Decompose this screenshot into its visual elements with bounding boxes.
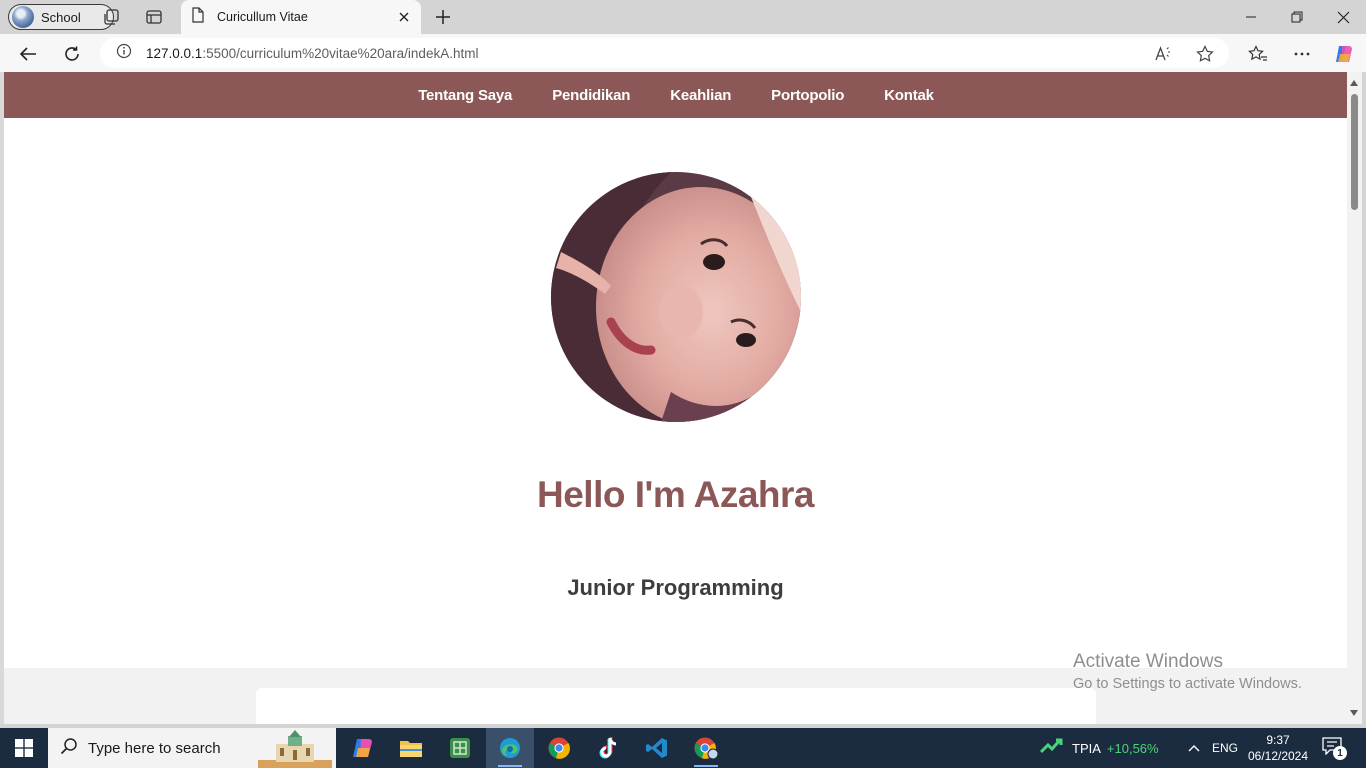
scroll-up-arrow-icon[interactable]: [1350, 80, 1358, 86]
stock-change: +10,56%: [1106, 740, 1159, 756]
copilot-icon[interactable]: [1330, 40, 1358, 68]
hero-title: Hello I'm Azahra: [537, 474, 815, 515]
activate-windows-watermark: Activate Windows Go to Settings to activ…: [1073, 651, 1302, 692]
browser-toolbar: 127.0.0.1:5500/curriculum%20vitae%20ara/…: [0, 34, 1366, 72]
close-window-icon[interactable]: [1320, 0, 1366, 34]
chrome-profile-icon[interactable]: [682, 728, 730, 768]
windows-taskbar: Type here to search TPIA +10,56% ENG 9:3…: [0, 728, 1366, 768]
spreadsheet-app-icon[interactable]: [436, 728, 484, 768]
hero-subtitle: Junior Programming: [567, 575, 784, 600]
profile-button[interactable]: School: [8, 4, 114, 30]
page-viewport: Tentang Saya Pendidikan Keahlian Portopo…: [4, 72, 1347, 724]
favorites-icon[interactable]: [1244, 40, 1272, 68]
chrome-icon[interactable]: [535, 728, 583, 768]
tab-curriculum-vitae[interactable]: Curicullum Vitae: [181, 0, 421, 34]
window-border: [1362, 72, 1366, 728]
browser-tab-strip: School Curicullum Vitae: [0, 0, 1366, 34]
file-explorer-icon[interactable]: [387, 728, 435, 768]
search-highlight-illustration: [258, 730, 332, 768]
nav-link-portopolio[interactable]: Portopolio: [771, 87, 844, 104]
close-tab-icon[interactable]: [391, 4, 417, 30]
stock-name: TPIA: [1072, 740, 1101, 756]
profile-avatar: [12, 6, 34, 28]
tab-title: Curicullum Vitae: [217, 10, 308, 24]
refresh-icon[interactable]: [58, 40, 86, 68]
vscode-icon[interactable]: [633, 728, 681, 768]
taskbar-search[interactable]: Type here to search: [48, 728, 336, 768]
profile-photo: [551, 172, 801, 422]
copilot-app-icon[interactable]: [339, 728, 387, 768]
new-tab-icon[interactable]: [431, 5, 455, 29]
nav-link-keahlian[interactable]: Keahlian: [670, 87, 731, 104]
url-path: :5500/curriculum%20vitae%20ara/indekA.ht…: [202, 45, 479, 61]
watermark-subtitle: Go to Settings to activate Windows.: [1073, 676, 1302, 692]
address-bar[interactable]: 127.0.0.1:5500/curriculum%20vitae%20ara/…: [100, 38, 1229, 68]
nav-link-pendidikan[interactable]: Pendidikan: [552, 87, 630, 104]
system-clock[interactable]: 9:37 06/12/2024: [1240, 732, 1316, 764]
url-host: 127.0.0.1: [146, 45, 203, 61]
clock-date: 06/12/2024: [1247, 749, 1309, 763]
stock-trend-icon: [1039, 738, 1064, 759]
clock-time: 9:37: [1266, 733, 1290, 747]
edge-browser-icon[interactable]: [486, 728, 534, 768]
input-language[interactable]: ENG: [1212, 741, 1238, 755]
about-card: [256, 688, 1096, 724]
minimize-icon[interactable]: [1228, 0, 1274, 34]
site-info-icon[interactable]: [116, 43, 132, 64]
nav-link-tentang-saya[interactable]: Tentang Saya: [418, 87, 512, 104]
back-arrow-icon[interactable]: [14, 40, 42, 68]
favorite-star-icon[interactable]: [1194, 43, 1216, 65]
page-icon: [191, 6, 205, 28]
windows-start-icon[interactable]: [0, 728, 48, 768]
notification-center-icon[interactable]: 1: [1322, 737, 1347, 760]
page-scrollbar[interactable]: [1347, 72, 1362, 724]
restore-icon[interactable]: [1274, 0, 1320, 34]
scroll-down-arrow-icon[interactable]: [1350, 710, 1358, 716]
vertical-tabs-icon[interactable]: [144, 7, 164, 27]
stock-widget[interactable]: TPIA +10,56%: [1039, 728, 1159, 768]
site-navbar: Tentang Saya Pendidikan Keahlian Portopo…: [4, 72, 1347, 118]
profile-name: School: [41, 9, 81, 25]
workspaces-icon[interactable]: [102, 7, 122, 27]
show-hidden-icons-chevron-icon[interactable]: [1185, 740, 1203, 756]
more-menu-icon[interactable]: [1288, 40, 1316, 68]
scrollbar-thumb[interactable]: [1351, 94, 1358, 210]
tiktok-icon[interactable]: [584, 728, 632, 768]
search-icon: [60, 737, 78, 760]
watermark-title: Activate Windows: [1073, 651, 1223, 672]
nav-link-kontak[interactable]: Kontak: [884, 87, 934, 104]
notification-count-badge: 1: [1333, 746, 1347, 760]
search-placeholder: Type here to search: [88, 739, 221, 757]
read-aloud-icon[interactable]: [1153, 43, 1175, 65]
